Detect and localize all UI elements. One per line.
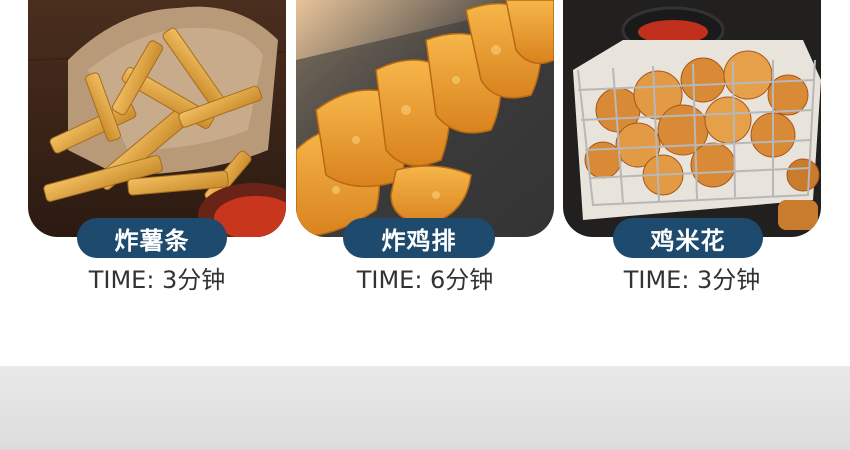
bottom-gray-band <box>0 366 850 450</box>
food-card-fries[interactable]: 炸薯条 TIME: 3分钟 <box>28 0 286 300</box>
food-name-pill: 鸡米花 <box>613 218 763 258</box>
food-name-pill: 炸薯条 <box>77 218 227 258</box>
cook-time-label: TIME: 6分钟 <box>356 266 494 294</box>
food-name-pill: 炸鸡排 <box>343 218 495 258</box>
popcorn-chicken-photo <box>563 0 821 237</box>
cook-time-label: TIME: 3分钟 <box>623 266 761 294</box>
chicken-cutlet-photo <box>296 0 554 237</box>
food-card-chicken-cutlet[interactable]: 炸鸡排 TIME: 6分钟 <box>296 0 554 300</box>
food-card-popcorn-chicken[interactable]: 鸡米花 TIME: 3分钟 <box>563 0 821 300</box>
fries-photo <box>28 0 286 237</box>
cook-time-label: TIME: 3分钟 <box>88 266 226 294</box>
